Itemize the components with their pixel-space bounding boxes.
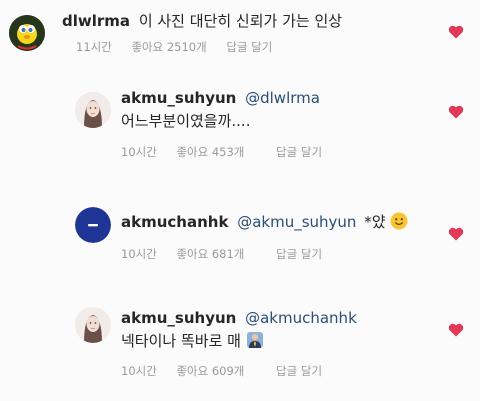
comment-body: 어느부분이였을까.... xyxy=(121,112,251,130)
timestamp: 10시간 xyxy=(121,247,157,261)
likes-count[interactable]: 좋아요 2510개 xyxy=(131,40,206,54)
avatar[interactable] xyxy=(75,207,111,243)
timestamp: 10시간 xyxy=(121,364,157,378)
comment-2: akmu_suhyun @dlwlrma 어느부분이였을까.... 10시간 좋… xyxy=(0,80,480,190)
profile-photo-icon xyxy=(75,307,111,343)
profile-photo-icon xyxy=(75,92,111,128)
heart-icon[interactable] xyxy=(448,25,464,39)
comment-meta: 10시간 좋아요 681개 답글 달기 xyxy=(121,246,338,262)
avatar[interactable] xyxy=(75,92,111,128)
reply-button[interactable]: 답글 달기 xyxy=(276,247,322,261)
comment-text: dlwlrma 이 사진 대단히 신뢰가 가는 인상 xyxy=(62,11,342,32)
timestamp: 10시간 xyxy=(121,145,157,159)
comment-meta: 10시간 좋아요 609개 답글 달기 xyxy=(121,363,338,379)
comment-body: 넥타이나 똑바로 매 xyxy=(121,332,241,350)
likes-count[interactable]: 좋아요 609개 xyxy=(176,364,244,378)
tweety-avatar-icon xyxy=(9,15,45,51)
mention-link[interactable]: @dlwlrma xyxy=(245,89,320,107)
comment-body-line: 넥타이나 똑바로 매 xyxy=(121,331,264,352)
comment-text: akmuchanhk @akmu_suhyun *얐 xyxy=(121,212,408,233)
comment-meta: 11시간 좋아요 2510개 답글 달기 xyxy=(76,39,288,55)
avatar[interactable] xyxy=(75,307,111,343)
heart-icon[interactable] xyxy=(448,227,464,241)
comment-1: dlwlrma 이 사진 대단히 신뢰가 가는 인상 11시간 좋아요 2510… xyxy=(0,0,480,80)
comment-4: akmu_suhyun @akmuchanhk 넥타이나 똑바로 매 10시간 … xyxy=(0,290,480,401)
comment-body: 이 사진 대단히 신뢰가 가는 인상 xyxy=(138,12,343,30)
reply-button[interactable]: 답글 달기 xyxy=(276,364,322,378)
heart-icon[interactable] xyxy=(448,105,464,119)
username[interactable]: dlwlrma xyxy=(62,12,130,30)
necktie-person-emoji-icon xyxy=(246,332,263,348)
comment-3: akmuchanhk @akmu_suhyun *얐 10시간 좋아요 681개… xyxy=(0,190,480,290)
mention-link[interactable]: @akmu_suhyun xyxy=(237,213,356,231)
reply-button[interactable]: 답글 달기 xyxy=(276,145,322,159)
mention-link[interactable]: @akmuchanhk xyxy=(245,309,357,327)
likes-count[interactable]: 좋아요 453개 xyxy=(176,145,244,159)
likes-count[interactable]: 좋아요 681개 xyxy=(176,247,244,261)
username[interactable]: akmuchanhk xyxy=(121,213,228,231)
blue-dash-avatar-icon xyxy=(75,207,111,243)
username[interactable]: akmu_suhyun xyxy=(121,309,236,327)
comment-meta: 10시간 좋아요 453개 답글 달기 xyxy=(121,144,338,160)
heart-icon[interactable] xyxy=(448,323,464,337)
comment-body: *얐 xyxy=(364,213,386,231)
comment-text: akmu_suhyun @dlwlrma xyxy=(121,88,320,109)
smiley-emoji-icon xyxy=(390,212,408,230)
timestamp: 11시간 xyxy=(76,40,112,54)
username[interactable]: akmu_suhyun xyxy=(121,89,236,107)
reply-button[interactable]: 답글 달기 xyxy=(226,40,272,54)
avatar[interactable] xyxy=(9,15,45,51)
comment-text: akmu_suhyun @akmuchanhk xyxy=(121,308,357,329)
